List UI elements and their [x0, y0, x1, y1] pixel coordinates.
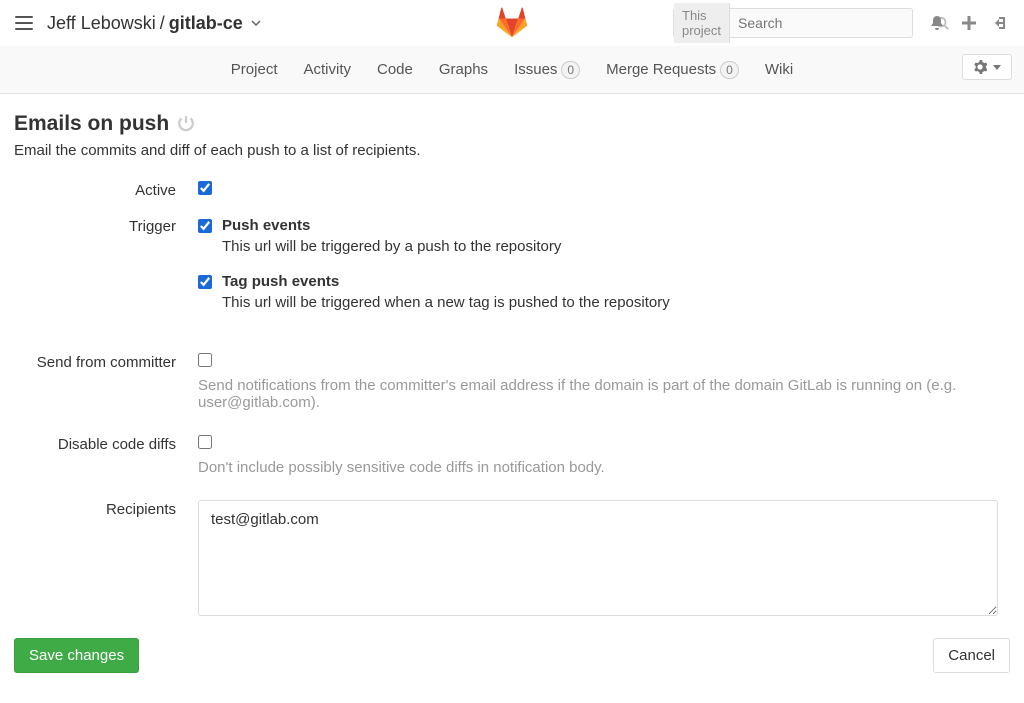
form-actions: Save changes Cancel — [14, 638, 1010, 673]
mr-count-badge: 0 — [720, 61, 739, 79]
row-trigger: Trigger Push events This url will be tri… — [14, 217, 1010, 329]
search-scope[interactable]: This project — [674, 3, 730, 43]
label-active: Active — [14, 181, 198, 199]
trigger-tag-title: Tag push events — [222, 273, 339, 290]
breadcrumb: Jeff Lebowski / gitlab-ce — [47, 13, 261, 34]
help-send-committer: Send notifications from the committer's … — [198, 377, 998, 411]
nav-issues-label: Issues — [514, 61, 557, 78]
power-icon — [177, 115, 195, 133]
topbar-right: This project — [673, 8, 1009, 38]
checkbox-active[interactable] — [198, 181, 212, 195]
plus-icon[interactable] — [961, 15, 977, 31]
checkbox-push-events[interactable] — [198, 219, 212, 233]
gear-icon — [973, 60, 987, 74]
label-send-committer: Send from committer — [14, 353, 198, 411]
trigger-tag-desc: This url will be triggered when a new ta… — [222, 294, 998, 311]
checkbox-send-from-committer[interactable] — [198, 353, 212, 367]
topbar-left: Jeff Lebowski / gitlab-ce — [15, 13, 261, 34]
hamburger-icon[interactable] — [15, 16, 33, 30]
save-button[interactable]: Save changes — [14, 638, 139, 673]
bell-icon[interactable] — [929, 15, 945, 31]
checkbox-disable-diffs[interactable] — [198, 435, 212, 449]
breadcrumb-separator: / — [160, 13, 165, 34]
cancel-button[interactable]: Cancel — [933, 638, 1010, 673]
row-disable-diffs: Disable code diffs Don't include possibl… — [14, 435, 1010, 476]
trigger-push: Push events This url will be triggered b… — [198, 217, 998, 255]
project-nav: Project Activity Code Graphs Issues 0 Me… — [0, 46, 1024, 94]
page-title: Emails on push — [14, 112, 1010, 136]
issues-count-badge: 0 — [561, 61, 580, 79]
nav-code[interactable]: Code — [377, 61, 413, 79]
row-send-from-committer: Send from committer Send notifications f… — [14, 353, 1010, 411]
gitlab-logo-icon[interactable] — [496, 7, 528, 39]
chevron-down-icon[interactable] — [251, 20, 261, 26]
label-recipients: Recipients — [14, 500, 198, 620]
settings-dropdown[interactable] — [962, 54, 1012, 80]
breadcrumb-owner[interactable]: Jeff Lebowski — [47, 13, 156, 34]
nav-issues[interactable]: Issues 0 — [514, 61, 580, 79]
trigger-tag-push: Tag push events This url will be trigger… — [198, 273, 998, 311]
search-box: This project — [673, 8, 913, 38]
nav-merge-requests[interactable]: Merge Requests 0 — [606, 61, 739, 79]
nav-activity[interactable]: Activity — [303, 61, 351, 79]
search-input[interactable] — [730, 10, 927, 36]
page-description: Email the commits and diff of each push … — [14, 142, 1010, 159]
label-disable-diffs: Disable code diffs — [14, 435, 198, 476]
nav-mr-label: Merge Requests — [606, 61, 716, 78]
textarea-recipients[interactable] — [198, 500, 998, 616]
content: Emails on push Email the commits and dif… — [0, 94, 1024, 703]
row-recipients: Recipients — [14, 500, 1010, 620]
nav-graphs[interactable]: Graphs — [439, 61, 488, 79]
trigger-push-desc: This url will be triggered by a push to … — [222, 238, 998, 255]
row-active: Active — [14, 181, 1010, 199]
topbar: Jeff Lebowski / gitlab-ce This project — [0, 0, 1024, 46]
help-disable-diffs: Don't include possibly sensitive code di… — [198, 459, 998, 476]
page-title-text: Emails on push — [14, 112, 169, 136]
sign-out-icon[interactable] — [993, 15, 1009, 31]
nav-links: Project Activity Code Graphs Issues 0 Me… — [231, 61, 793, 79]
label-trigger: Trigger — [14, 217, 198, 329]
caret-down-icon — [993, 65, 1001, 70]
nav-project[interactable]: Project — [231, 61, 278, 79]
trigger-push-title: Push events — [222, 217, 310, 234]
checkbox-tag-push-events[interactable] — [198, 275, 212, 289]
nav-wiki[interactable]: Wiki — [765, 61, 793, 79]
breadcrumb-project[interactable]: gitlab-ce — [169, 13, 243, 34]
